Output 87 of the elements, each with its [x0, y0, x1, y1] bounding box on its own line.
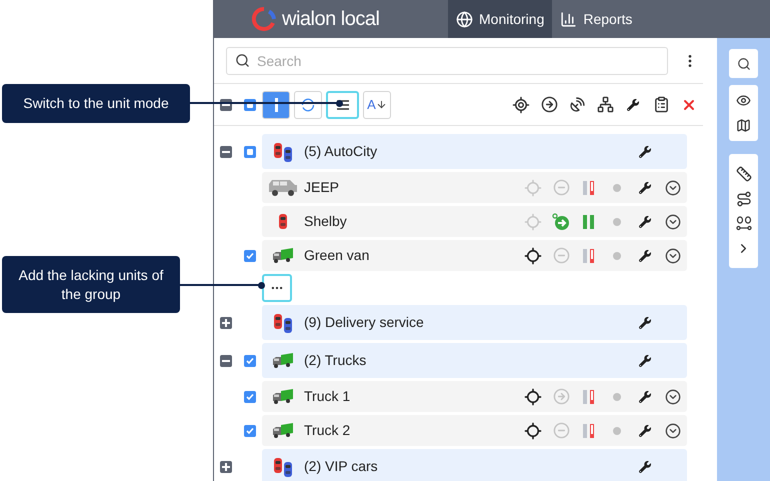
arrow-circle-icon[interactable] — [540, 96, 558, 113]
checkbox[interactable] — [244, 354, 256, 366]
report-icon — [560, 10, 578, 28]
group-row[interactable]: (5) AutoCity — [262, 134, 687, 169]
logo-text: wialon local — [282, 7, 380, 32]
unit-row[interactable]: JEEP — [262, 172, 687, 203]
car-icon — [278, 212, 288, 232]
unit-row[interactable]: Truck 1 — [262, 381, 687, 412]
truck-icon — [272, 422, 294, 438]
dropdown-icon[interactable] — [665, 214, 681, 230]
search-icon — [235, 53, 250, 68]
unit-name: Truck 2 — [304, 421, 352, 440]
checkbox[interactable] — [244, 250, 256, 262]
group-name: (5) AutoCity — [304, 142, 378, 161]
down-arrow-icon — [376, 99, 387, 110]
unit-row[interactable]: Truck 2 — [262, 415, 687, 446]
cars-icon — [273, 312, 293, 334]
ruler-icon[interactable] — [736, 166, 752, 182]
cars-icon — [273, 456, 293, 478]
logo-icon — [252, 7, 276, 31]
collapse-toggle[interactable] — [220, 354, 232, 366]
network-icon[interactable] — [596, 96, 614, 113]
eye-icon[interactable] — [736, 93, 751, 108]
callout: Add the lacking units of the group — [2, 256, 180, 313]
dropdown-icon[interactable] — [665, 248, 681, 264]
minus-circle-icon — [552, 422, 570, 439]
pins-icon[interactable] — [736, 216, 752, 232]
unit-name: Truck 1 — [304, 387, 352, 406]
dropdown-icon[interactable] — [665, 180, 681, 196]
wrench-icon[interactable] — [639, 182, 651, 194]
dropdown-icon[interactable] — [665, 388, 681, 404]
expand-toggle[interactable] — [220, 316, 232, 328]
wrench-icon[interactable] — [639, 424, 651, 436]
callout: Switch to the unit mode — [2, 84, 190, 123]
wrench-icon[interactable] — [639, 250, 651, 262]
group-row[interactable]: (2) Trucks — [262, 343, 687, 378]
group-row[interactable]: (9) Delivery service — [262, 305, 687, 340]
unit-mode-button[interactable] — [326, 90, 359, 118]
jeep-icon — [268, 178, 298, 196]
circle-arrows-icon — [300, 96, 316, 112]
wrench-icon[interactable] — [639, 216, 651, 228]
dropdown-icon[interactable] — [665, 422, 681, 438]
locate-icon[interactable] — [524, 422, 542, 440]
unit-row[interactable]: Shelby — [262, 206, 687, 237]
collapse-toggle[interactable] — [220, 146, 232, 158]
more-units-button[interactable] — [262, 274, 292, 302]
unit-name: Green van — [304, 246, 370, 265]
wrench-icon[interactable] — [639, 460, 651, 472]
clipboard-icon[interactable] — [652, 96, 670, 113]
globe-icon — [456, 10, 473, 28]
expand-toggle[interactable] — [220, 460, 232, 472]
cars-icon — [273, 140, 293, 162]
locate-icon[interactable] — [524, 246, 542, 264]
unit-name: JEEP — [304, 178, 340, 197]
map-icon[interactable] — [736, 118, 751, 133]
nav-tab[interactable]: Reports — [552, 0, 640, 38]
group-row[interactable]: (2) VIP cars — [262, 449, 687, 481]
wrench-icon[interactable] — [639, 390, 651, 402]
route-icon[interactable] — [736, 191, 752, 207]
satellite-dish-icon[interactable] — [568, 96, 586, 113]
checkbox[interactable] — [244, 146, 256, 158]
locate-icon[interactable] — [524, 388, 542, 406]
list-icon — [336, 100, 348, 110]
checkbox[interactable] — [244, 424, 256, 436]
locate-icon[interactable] — [512, 96, 530, 114]
search-field[interactable]: Search — [226, 47, 668, 75]
wrench-icon[interactable] — [639, 316, 651, 328]
group-name: (2) VIP cars — [304, 457, 379, 476]
minus-circle-icon — [552, 247, 570, 264]
sort-button[interactable]: A — [363, 90, 391, 118]
wrench-icon[interactable] — [639, 146, 651, 158]
truck-icon — [272, 352, 294, 368]
wrench-icon[interactable] — [627, 98, 639, 110]
group-name: (2) Trucks — [304, 351, 368, 370]
truck-icon — [272, 248, 294, 264]
search-icon[interactable] — [736, 56, 750, 70]
minus-circle-icon — [552, 179, 570, 196]
arrow-circle-icon — [552, 388, 570, 405]
group-mode-button[interactable] — [262, 90, 290, 118]
truck-icon — [272, 388, 294, 404]
cycle-mode-button[interactable] — [294, 90, 322, 118]
wrench-icon[interactable] — [639, 354, 651, 366]
nav-tab[interactable]: Monitoring — [448, 0, 552, 38]
unit-name: Shelby — [304, 212, 348, 231]
checkbox[interactable] — [244, 390, 256, 402]
group-name: (9) Delivery service — [304, 313, 425, 332]
unit-row[interactable]: Green van — [262, 240, 687, 271]
